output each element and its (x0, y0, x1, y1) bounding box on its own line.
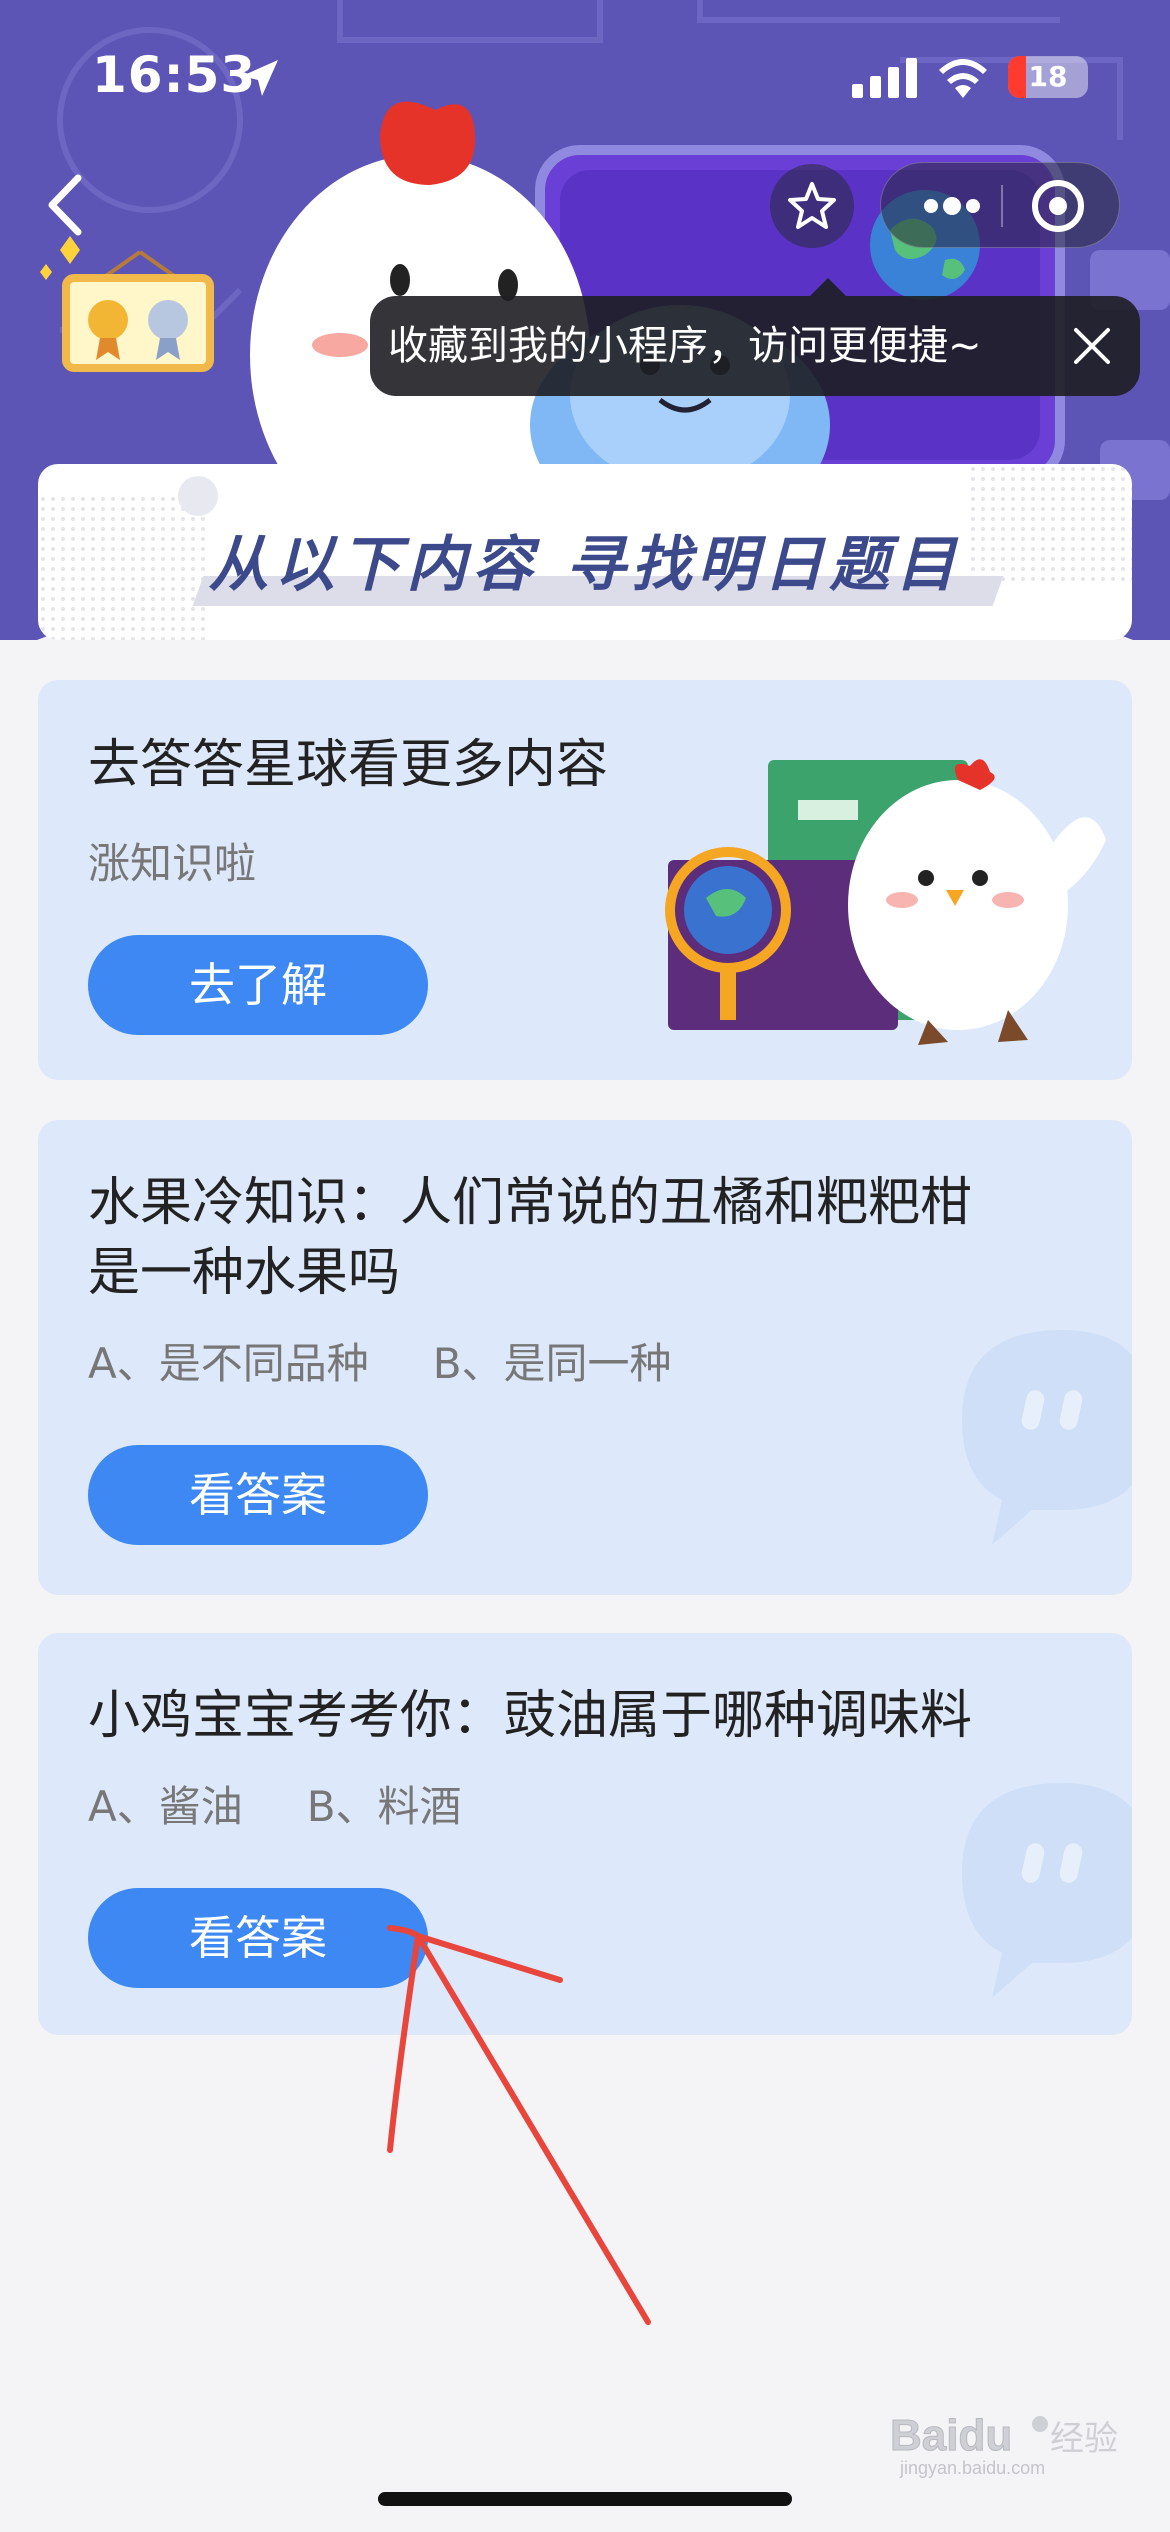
favorite-button[interactable] (770, 164, 854, 248)
question-title-line1: 水果冷知识：人们常说的丑橘和粑粑柑 (88, 1173, 973, 1233)
card-subtitle: 涨知识啦 (88, 839, 257, 888)
status-time: 16:53 (92, 46, 257, 104)
question-title: 小鸡宝宝考考你：豉油属于哪种调味料 (88, 1686, 973, 1746)
question-options: A、是不同品种 B、是同一种 (88, 1330, 672, 1391)
chick-with-globe-image (665, 759, 1106, 1045)
watermark-cn: 经验 (1050, 2419, 1118, 2459)
option-a: A、酱油 (88, 1782, 243, 1831)
card-question-fruit: 水果冷知识：人们常说的丑橘和粑粑柑 是一种水果吗 A、是不同品种 B、是同一种 看… (38, 1120, 1132, 1595)
card-explore: 去答答星球看更多内容 涨知识啦 去了解 (38, 680, 1132, 1080)
card-title: 去答答星球看更多内容 (88, 735, 609, 795)
watermark-url: jingyan.baidu.com (899, 2458, 1045, 2478)
more-options-icon[interactable] (921, 189, 983, 223)
close-icon[interactable] (1070, 324, 1114, 368)
question-title-line2: 是一种水果吗 (88, 1243, 401, 1303)
star-icon (788, 182, 836, 229)
chat-bubble-decoration (962, 1783, 1132, 1998)
learn-more-button[interactable]: 去了解 (88, 935, 428, 1035)
view-answer-button[interactable]: 看答案 (88, 1445, 428, 1545)
status-bar: 16:53 18 (0, 0, 1170, 150)
location-arrow-icon (242, 60, 278, 96)
option-b: B、料酒 (306, 1782, 462, 1831)
close-mini-program-icon[interactable] (1031, 179, 1085, 233)
favorite-tooltip: 收藏到我的小程序，访问更便捷~ (370, 278, 1140, 396)
back-arrow-icon[interactable] (38, 170, 98, 240)
medal-frame-icon (40, 236, 214, 372)
option-b: B、是同一种 (432, 1339, 672, 1388)
annotation-arrow-icon (387, 1925, 651, 2325)
cellular-signal-icon (852, 58, 917, 98)
section-title: 从以下内容 寻找明日题目 (208, 530, 962, 600)
question-options: A、酱油 B、料酒 (88, 1773, 462, 1834)
capsule-divider (1001, 185, 1003, 227)
home-indicator[interactable] (378, 2492, 792, 2506)
chat-bubble-decoration (962, 1330, 1132, 1545)
battery-indicator: 18 (1008, 56, 1088, 98)
option-a: A、是不同品种 (88, 1339, 369, 1388)
tooltip-text: 收藏到我的小程序，访问更便捷~ (388, 323, 982, 369)
mini-program-capsule (880, 162, 1120, 248)
wifi-icon (939, 59, 987, 98)
battery-level: 18 (1028, 60, 1068, 93)
baidu-jingyan-watermark: Baidu 经验 jingyan.baidu.com (890, 2411, 1118, 2479)
section-title-strip: 从以下内容 寻找明日题目 (38, 464, 1132, 640)
watermark-brand: Baidu (890, 2411, 1012, 2460)
